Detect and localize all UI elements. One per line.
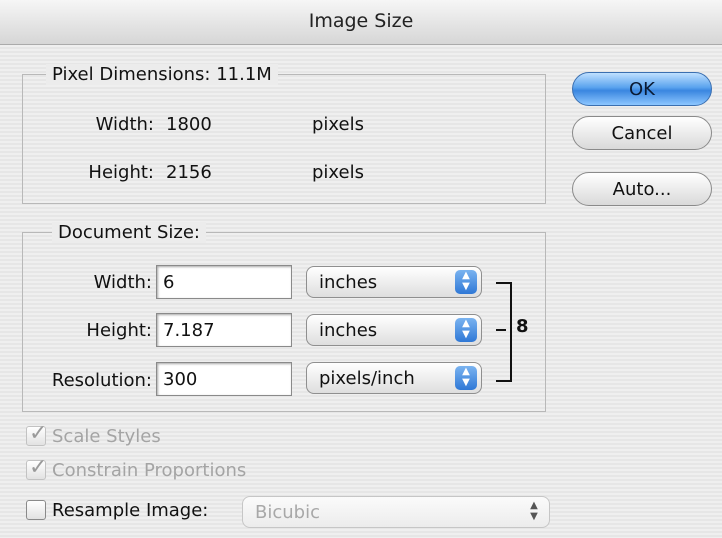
doc-width-unit-select[interactable]: inches ▲ ▼ [306,266,482,298]
scale-styles-checkbox[interactable]: ✓ [26,421,47,446]
constrain-proportions-checkbox[interactable]: ✓ [26,455,47,480]
doc-height-label: Height: [86,320,152,341]
doc-width-unit-value: inches [319,272,378,293]
link-bracket-mid [496,329,506,331]
up-down-arrows-icon: ▲ ▼ [455,318,477,342]
pixel-dimensions-group [22,74,546,204]
pixel-height-unit: pixels [312,162,364,183]
up-down-arrows-icon: ▲ ▼ [455,270,477,294]
doc-height-unit-value: inches [319,320,378,341]
pixel-dimensions-size: 11.1M [216,64,272,85]
resolution-unit-value: pixels/inch [319,368,415,389]
resample-image-label: Resample Image: [52,500,209,521]
window-title: Image Size [308,10,414,32]
link-bracket [496,282,512,382]
cancel-button[interactable]: Cancel [572,116,712,150]
pixel-dimensions-title: Pixel Dimensions: [52,64,211,85]
pixel-height-value: 2156 [166,162,212,183]
constrain-proportions-label: Constrain Proportions [52,460,247,481]
resample-image-checkbox[interactable] [26,500,46,520]
resolution-label: Resolution: [51,370,152,391]
doc-width-field[interactable]: 6 [156,265,292,299]
resample-method-value: Bicubic [255,502,320,523]
document-size-label: Document Size: [52,222,206,243]
doc-height-field[interactable]: 7.187 [156,313,292,347]
title-bar: Image Size [0,0,722,45]
pixel-height-label: Height: [88,162,154,183]
auto-button[interactable]: Auto... [572,172,712,206]
doc-width-label: Width: [93,272,152,293]
resolution-field[interactable]: 300 [156,362,292,396]
scale-styles-label: Scale Styles [52,426,161,447]
resolution-unit-select[interactable]: pixels/inch ▲ ▼ [306,362,482,394]
up-down-arrows-icon: ▲ ▼ [455,366,477,390]
ok-button[interactable]: OK [572,72,712,106]
checkmark-icon: ✓ [29,455,48,480]
resample-method-select[interactable]: Bicubic ▲ ▼ [242,496,550,528]
pixel-width-label: Width: [95,114,154,135]
up-down-arrows-icon: ▲ ▼ [530,500,538,522]
checkmark-icon: ✓ [29,421,48,446]
pixel-width-unit: pixels [312,114,364,135]
doc-height-unit-select[interactable]: inches ▲ ▼ [306,314,482,346]
pixel-width-value: 1800 [166,114,212,135]
pixel-dimensions-label: Pixel Dimensions: 11.1M [46,64,278,85]
chain-link-icon: 8 [516,316,529,337]
